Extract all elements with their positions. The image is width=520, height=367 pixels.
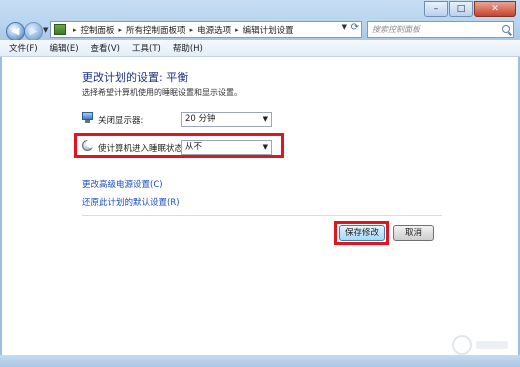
- display-off-label: 关闭显示器:: [98, 116, 144, 126]
- watermark-logo: [452, 333, 510, 359]
- control-panel-icon: [54, 24, 66, 35]
- sleep-label: 使计算机进入睡眠状态:: [98, 144, 186, 154]
- chevron-down-icon: ▼: [262, 115, 268, 123]
- advanced-power-settings-link[interactable]: 更改高级电源设置(C): [82, 178, 163, 190]
- save-button[interactable]: 保存修改: [339, 225, 385, 241]
- refresh-icon[interactable]: ⟳: [351, 22, 359, 33]
- back-button[interactable]: ◀: [6, 22, 25, 41]
- address-bar[interactable]: ▸ 控制面板 ▸ 所有控制面板项 ▸ 电源选项 ▸ 编辑计划设置 ▼ ⟳: [50, 21, 362, 38]
- arrow-left-icon: ◀: [11, 25, 20, 37]
- monitor-icon: [82, 112, 94, 124]
- chevron-right-icon[interactable]: ▸: [73, 26, 77, 34]
- breadcrumb-all-items[interactable]: 所有控制面板项: [126, 24, 186, 36]
- breadcrumb-control-panel[interactable]: 控制面板: [81, 24, 115, 36]
- menu-help[interactable]: 帮助(H): [167, 42, 209, 54]
- breadcrumb-edit-plan[interactable]: 编辑计划设置: [243, 24, 294, 36]
- menu-view[interactable]: 查看(V): [85, 42, 126, 54]
- display-off-value: 20 分钟: [185, 114, 216, 124]
- history-dropdown-icon[interactable]: ▼: [43, 26, 48, 34]
- forward-button[interactable]: ▶: [24, 22, 43, 41]
- search-icon[interactable]: [502, 25, 510, 33]
- menu-tools[interactable]: 工具(T): [126, 42, 167, 54]
- divider: [82, 215, 442, 216]
- display-off-select[interactable]: 20 分钟 ▼: [181, 112, 272, 127]
- minimize-button[interactable]: –: [424, 1, 448, 17]
- window-controls: – □ ✕: [423, 1, 516, 17]
- title-bar: – □ ✕ ◀ ▶ ▼ ▸ 控制面板 ▸ 所有控制面板项 ▸ 电源选项 ▸ 编辑…: [0, 0, 520, 41]
- search-placeholder: 搜索控制面板: [372, 25, 420, 34]
- cancel-button[interactable]: 取消: [393, 225, 434, 241]
- chevron-right-icon[interactable]: ▸: [235, 26, 239, 34]
- arrow-right-icon: ▶: [29, 25, 38, 37]
- close-button[interactable]: ✕: [474, 1, 516, 17]
- sleep-value: 从不: [185, 142, 203, 152]
- page-title: 更改计划的设置: 平衡: [82, 71, 189, 84]
- sleep-moon-icon: [82, 139, 95, 152]
- window-frame-left: [0, 57, 2, 355]
- maximize-button[interactable]: □: [449, 1, 473, 17]
- window-bottom-frame: [0, 355, 520, 367]
- chevron-right-icon[interactable]: ▸: [119, 26, 123, 34]
- page-subtitle: 选择希望计算机使用的睡眠设置和显示设置。: [82, 88, 242, 97]
- main-content: 更改计划的设置: 平衡 选择希望计算机使用的睡眠设置和显示设置。 关闭显示器: …: [0, 57, 520, 355]
- sleep-select[interactable]: 从不 ▼: [181, 140, 272, 155]
- chevron-right-icon[interactable]: ▸: [190, 26, 194, 34]
- menu-file[interactable]: 文件(F): [0, 42, 44, 54]
- chevron-down-icon: ▼: [262, 143, 268, 151]
- breadcrumb-power-options[interactable]: 电源选项: [197, 24, 231, 36]
- search-input[interactable]: 搜索控制面板: [367, 21, 514, 38]
- address-dropdown-icon[interactable]: ▼: [342, 23, 347, 31]
- restore-defaults-link[interactable]: 还原此计划的默认设置(R): [82, 196, 180, 208]
- menu-edit[interactable]: 编辑(E): [44, 42, 85, 54]
- control-panel-window: – □ ✕ ◀ ▶ ▼ ▸ 控制面板 ▸ 所有控制面板项 ▸ 电源选项 ▸ 编辑…: [0, 0, 520, 367]
- menu-bar: 文件(F) 编辑(E) 查看(V) 工具(T) 帮助(H): [0, 40, 520, 57]
